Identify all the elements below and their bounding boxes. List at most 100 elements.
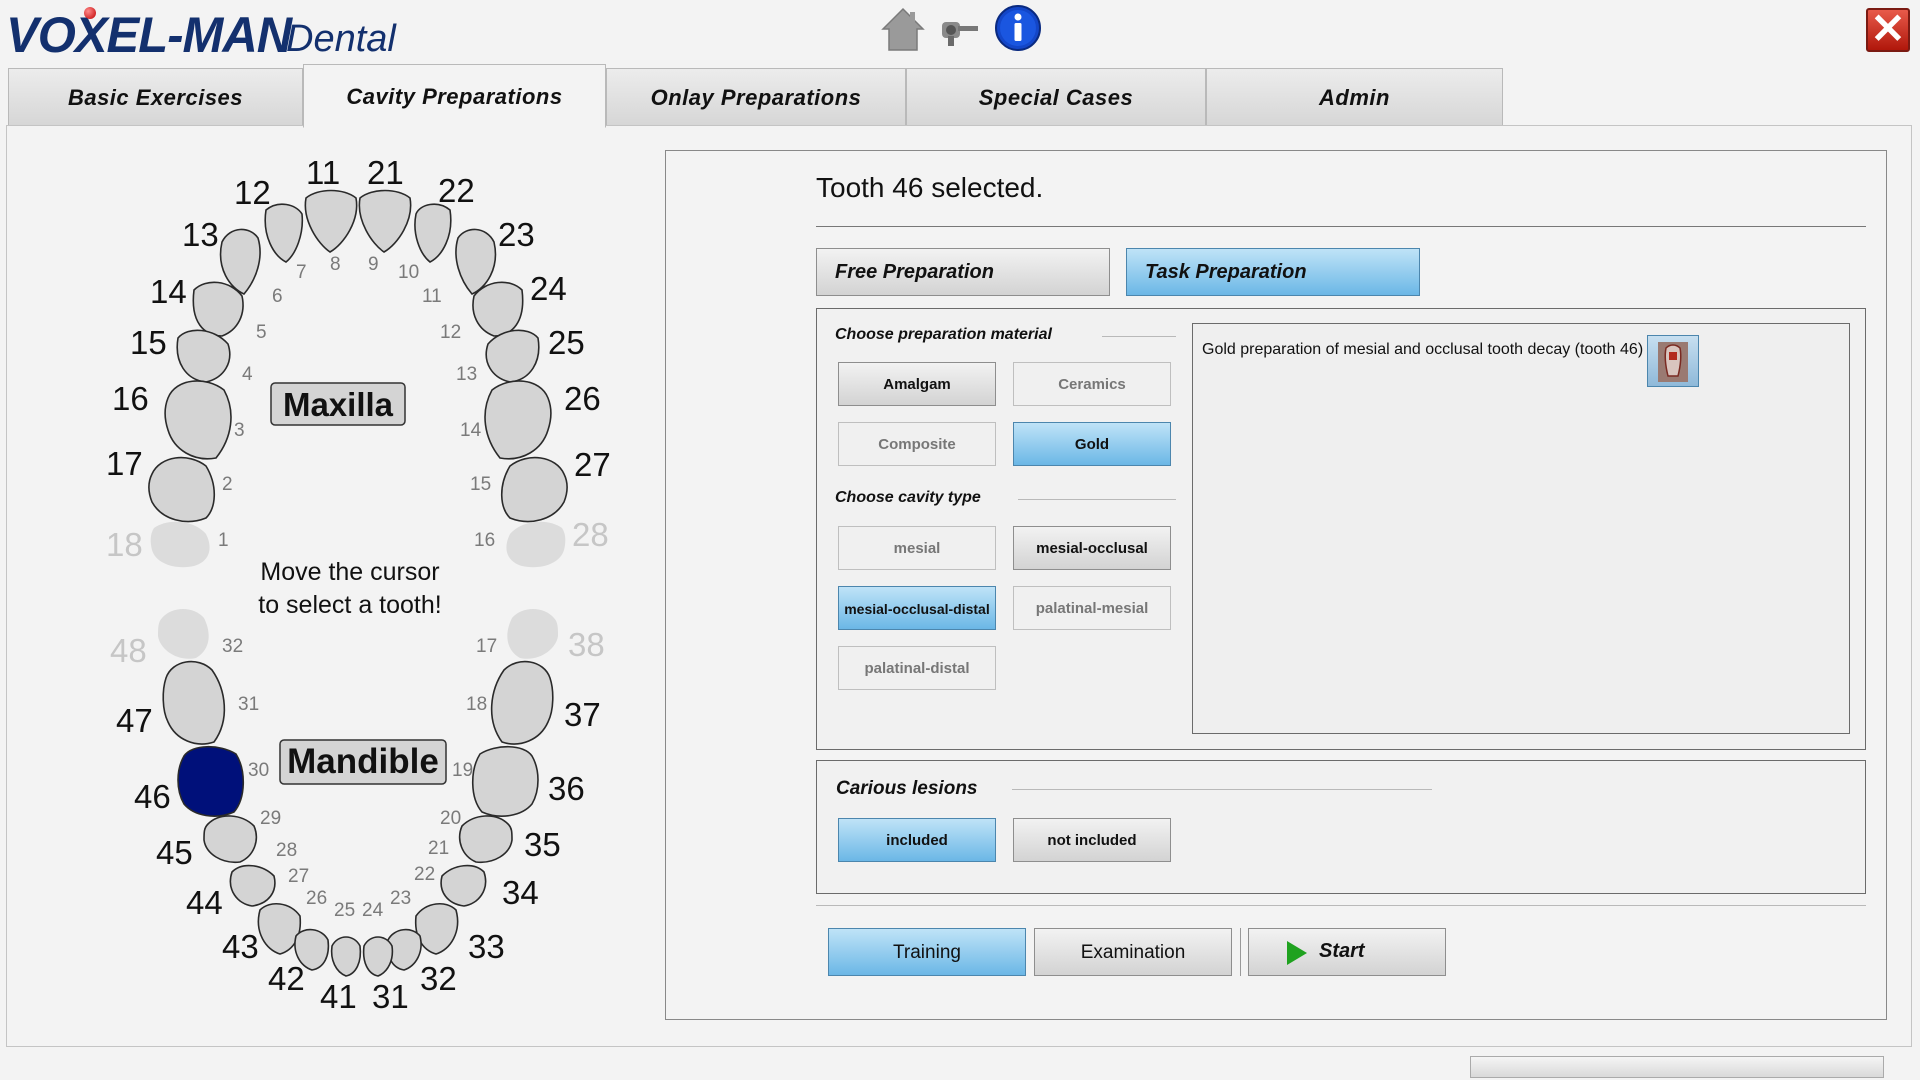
tooth-number: 46: [134, 778, 171, 815]
app-logo-subtitle: Dental: [286, 18, 396, 60]
tooth-index: 20: [440, 808, 462, 829]
tooth-index: 12: [440, 322, 462, 343]
tab-cavity-preparations[interactable]: Cavity Preparations: [303, 64, 606, 128]
tooth-15[interactable]: [176, 329, 231, 383]
tooth-index: 16: [474, 530, 496, 551]
start-button[interactable]: Start: [1248, 928, 1446, 976]
material-gold-button[interactable]: Gold: [1013, 422, 1171, 466]
tooth-number: 16: [112, 380, 149, 417]
carious-title: Carious lesions: [836, 778, 978, 799]
free-preparation-button[interactable]: Free Preparation: [816, 248, 1110, 296]
material-composite-button[interactable]: Composite: [838, 422, 996, 466]
tooth-14[interactable]: [192, 281, 244, 337]
instruction-line-2: to select a tooth!: [258, 591, 442, 619]
tooth-27[interactable]: [500, 456, 568, 523]
tooth-number: 43: [222, 928, 259, 965]
carious-included-button[interactable]: included: [838, 818, 996, 862]
tooth-index: 3: [234, 420, 245, 441]
tooth-preview-thumbnail[interactable]: [1647, 335, 1699, 387]
divider: [1240, 928, 1241, 976]
tooth-25[interactable]: [485, 329, 540, 383]
mandible-label: Mandible: [287, 742, 439, 781]
tooth-41[interactable]: [330, 936, 362, 977]
tooth-number: 18: [106, 526, 143, 563]
tab-admin[interactable]: Admin: [1206, 68, 1503, 126]
tooth-number: 22: [438, 172, 475, 209]
play-icon: [1287, 941, 1307, 965]
tooth-number: 35: [524, 826, 561, 863]
tooth-index: 25: [334, 900, 356, 921]
info-icon[interactable]: [994, 4, 1042, 52]
cavity-mesial-occlusal-distal-button[interactable]: mesial-occlusal-distal: [838, 586, 996, 630]
material-amalgam-button[interactable]: Amalgam: [838, 362, 996, 406]
tooth-number: 32: [420, 960, 457, 997]
material-ceramics-button[interactable]: Ceramics: [1013, 362, 1171, 406]
tooth-45[interactable]: [203, 815, 258, 864]
tooth-31[interactable]: [362, 936, 394, 977]
tooth-46[interactable]: [177, 745, 245, 817]
tab-onlay-preparations[interactable]: Onlay Preparations: [606, 68, 906, 126]
tooth-index: 27: [288, 866, 310, 887]
tooth-37[interactable]: [490, 660, 554, 745]
tab-basic-exercises[interactable]: Basic Exercises: [8, 68, 303, 126]
tooth-index: 11: [422, 286, 442, 307]
task-preparation-button[interactable]: Task Preparation: [1126, 248, 1420, 296]
tooth-44[interactable]: [229, 864, 276, 907]
tooth-34[interactable]: [440, 864, 487, 907]
cavity-palatinal-mesial-button[interactable]: palatinal-mesial: [1013, 586, 1171, 630]
tooth-index: 21: [428, 838, 450, 859]
tooth-38[interactable]: [507, 609, 558, 659]
tooth-17[interactable]: [148, 456, 216, 523]
tooth-48[interactable]: [158, 609, 209, 659]
tooth-index: 22: [414, 864, 436, 885]
tooth-24[interactable]: [472, 281, 524, 337]
tooth-index: 24: [362, 900, 384, 921]
tooth-number: 13: [182, 216, 219, 253]
tooth-21[interactable]: [358, 189, 412, 253]
tooth-number: 27: [574, 446, 611, 483]
tooth-35[interactable]: [458, 815, 513, 864]
tooth-number: 38: [568, 626, 605, 663]
tooth-number: 17: [106, 445, 143, 482]
carious-not-included-button[interactable]: not included: [1013, 818, 1171, 862]
tooth-12[interactable]: [264, 203, 304, 263]
tooth-number: 12: [234, 174, 271, 211]
tooth-22[interactable]: [414, 203, 452, 263]
tooth-index: 1: [218, 530, 229, 551]
drill-icon[interactable]: [936, 10, 982, 50]
tooth-11[interactable]: [304, 189, 358, 253]
close-button[interactable]: ✕: [1866, 8, 1910, 52]
examination-mode-button[interactable]: Examination: [1034, 928, 1232, 976]
tab-special-cases[interactable]: Special Cases: [906, 68, 1206, 126]
tooth-18[interactable]: [150, 521, 210, 568]
tooth-33[interactable]: [414, 903, 459, 955]
tooth-index: 15: [470, 474, 492, 495]
home-icon[interactable]: [880, 6, 926, 52]
tooth-16[interactable]: [164, 380, 232, 460]
tooth-47[interactable]: [162, 660, 226, 745]
tooth-43[interactable]: [257, 903, 302, 955]
tooth-28[interactable]: [506, 521, 566, 568]
tooth-number: 45: [156, 834, 193, 871]
cavity-mesial-button[interactable]: mesial: [838, 526, 996, 570]
tooth-number: 26: [564, 380, 601, 417]
tooth-26[interactable]: [484, 380, 552, 460]
tooth-index: 19: [452, 760, 474, 781]
start-label: Start: [1319, 940, 1365, 962]
tooth-36[interactable]: [471, 745, 539, 817]
cavity-palatinal-distal-button[interactable]: palatinal-distal: [838, 646, 996, 690]
tooth-index: 23: [390, 888, 412, 909]
cavity-mesial-occlusal-button[interactable]: mesial-occlusal: [1013, 526, 1171, 570]
logo-dot: [84, 7, 96, 19]
divider: [1102, 336, 1176, 337]
tooth-number: 14: [150, 273, 187, 310]
tooth-number: 24: [530, 270, 567, 307]
tooth-index: 17: [476, 636, 498, 657]
divider: [1012, 789, 1432, 790]
tooth-number: 15: [130, 324, 167, 361]
training-mode-button[interactable]: Training: [828, 928, 1026, 976]
tooth-number: 42: [268, 960, 305, 997]
tooth-index: 26: [306, 888, 328, 909]
tooth-number: 34: [502, 874, 539, 911]
tooth-number: 37: [564, 696, 601, 733]
